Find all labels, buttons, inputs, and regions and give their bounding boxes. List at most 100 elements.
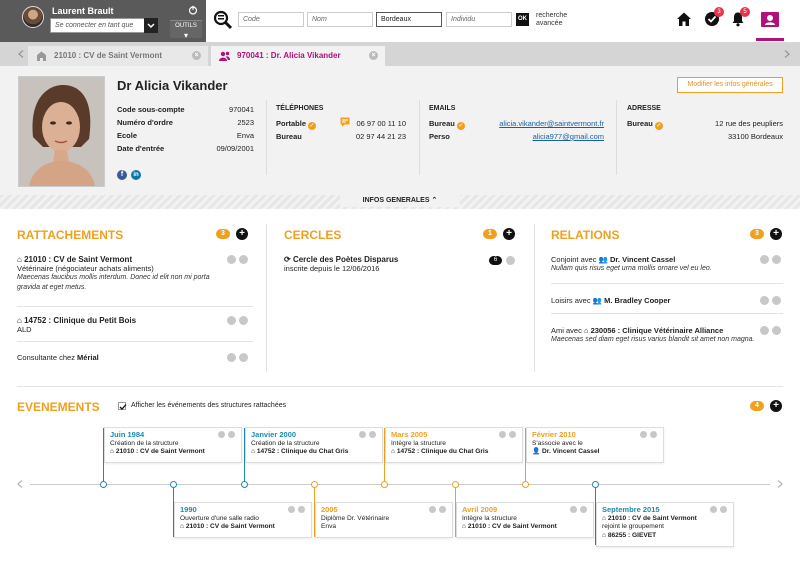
timeline-event[interactable]: Février 2010 S'associe avec le 👤 Dr. Vin…	[526, 427, 664, 463]
timeline-dot[interactable]	[452, 481, 459, 488]
edit-icon[interactable]	[218, 431, 225, 438]
individu-input[interactable]: Individu	[446, 12, 512, 27]
list-item[interactable]: Conjoint avec 👥 Dr. Vincent Cassel Nulla…	[551, 255, 751, 274]
advanced-search-link[interactable]: recherche avancée	[536, 12, 567, 28]
delete-icon[interactable]	[720, 506, 727, 513]
code-input[interactable]: Code	[238, 12, 304, 27]
timeline-event[interactable]: 2005 Diplôme Dr. Vétérinaire Enva	[315, 502, 453, 538]
list-item[interactable]: ⌂ 14752 : Clinique du Petit Bois ALD	[17, 316, 253, 334]
list-item[interactable]: Loisirs avec 👥 M. Bradley Cooper	[551, 296, 751, 305]
item-actions	[760, 326, 784, 335]
facebook-icon[interactable]: f	[117, 170, 127, 180]
power-icon[interactable]	[188, 5, 198, 15]
phone-value[interactable]: 02 97 44 21 23	[356, 130, 406, 143]
timeline-event[interactable]: Juin 1984 Création de la structure ⌂ 210…	[104, 427, 242, 463]
phone-value[interactable]: 06 97 00 11 10	[357, 117, 407, 130]
delete-icon[interactable]	[772, 326, 781, 335]
search-ok-button[interactable]: OK	[516, 13, 529, 26]
timeline-event[interactable]: 1990 Ouverture d'une salle radio ⌂ 21010…	[174, 502, 312, 538]
chevron-right-icon[interactable]	[784, 50, 790, 58]
chevron-left-icon[interactable]	[18, 50, 24, 58]
tab-structure[interactable]: 21010 : CV de Saint Vermont ×	[28, 46, 208, 66]
edit-icon[interactable]	[499, 431, 506, 438]
list-item[interactable]: ⌂ 21010 : CV de Saint Vermont Vétérinair…	[17, 255, 253, 293]
add-relation-button[interactable]: +	[770, 228, 782, 240]
edit-icon[interactable]	[570, 506, 577, 513]
delete-icon[interactable]	[506, 256, 515, 265]
edit-icon[interactable]	[227, 255, 236, 264]
delete-icon[interactable]	[509, 431, 516, 438]
timeline-dot[interactable]	[241, 481, 248, 488]
cercles-count: 1	[483, 229, 497, 239]
rattachements-title: RATTACHEMENTS	[17, 228, 124, 242]
toggle-general-info[interactable]: INFOS GENERALES ⌃	[340, 195, 460, 207]
timeline-event[interactable]: Septembre 2015 ⌂ 21010 : CV de Saint Ver…	[596, 502, 734, 547]
timeline-event[interactable]: Janvier 2000 Création de la structure ⌂ …	[245, 427, 383, 463]
delete-icon[interactable]	[298, 506, 305, 513]
members-count: 6	[489, 256, 502, 265]
edit-icon[interactable]	[760, 255, 769, 264]
tab-person-label: 970041 : Dr. Alicia Vikander	[237, 51, 341, 60]
city-input[interactable]: Bordeaux	[376, 12, 442, 27]
timeline-event[interactable]: Avril 2009 Intègre la structure ⌂ 21010 …	[456, 502, 594, 538]
close-icon[interactable]: ×	[369, 51, 378, 60]
edit-icon[interactable]	[288, 506, 295, 513]
chevron-right-icon[interactable]	[777, 480, 783, 488]
event-ref: Enva	[321, 523, 337, 530]
edit-icon[interactable]	[227, 353, 236, 362]
close-icon[interactable]: ×	[192, 51, 201, 60]
delete-icon[interactable]	[228, 431, 235, 438]
chevron-down-icon[interactable]	[144, 18, 158, 33]
delete-icon[interactable]	[580, 506, 587, 513]
add-cercle-button[interactable]: +	[503, 228, 515, 240]
edit-icon[interactable]	[227, 316, 236, 325]
add-event-button[interactable]: +	[770, 400, 782, 412]
timeline-event[interactable]: Mars 2005 Intègre la structure ⌂ 14752 :…	[385, 427, 523, 463]
phones-title: TÉLÉPHONES	[276, 105, 324, 112]
delete-icon[interactable]	[369, 431, 376, 438]
edit-icon[interactable]	[640, 431, 647, 438]
email-link[interactable]: alicia977@gmail.com	[533, 130, 604, 143]
profile-card-icon[interactable]	[758, 8, 782, 32]
delete-icon[interactable]	[772, 296, 781, 305]
user-avatar[interactable]	[22, 6, 44, 28]
delete-icon[interactable]	[650, 431, 657, 438]
timeline-dot[interactable]	[592, 481, 599, 488]
list-item[interactable]: Ami avec ⌂ 230056 : Clinique Vétérinaire…	[551, 326, 756, 345]
edit-icon[interactable]	[710, 506, 717, 513]
nom-input[interactable]: Nom	[307, 12, 373, 27]
delete-icon[interactable]	[439, 506, 446, 513]
show-structure-events-checkbox[interactable]	[118, 402, 127, 410]
delete-icon[interactable]	[772, 255, 781, 264]
sms-icon[interactable]	[340, 117, 350, 127]
delete-icon[interactable]	[239, 316, 248, 325]
tools-button[interactable]: OUTILS ▾	[170, 20, 202, 40]
timeline-dot[interactable]	[522, 481, 529, 488]
edit-icon[interactable]	[359, 431, 366, 438]
relation-name: M. Bradley Cooper	[604, 296, 671, 305]
timeline-dot[interactable]	[100, 481, 107, 488]
timeline-dot[interactable]	[311, 481, 318, 488]
relations-count: 3	[750, 229, 764, 239]
connect-as-select[interactable]: Se connecter en tant que	[50, 18, 158, 33]
delete-icon[interactable]	[239, 353, 248, 362]
timeline-dot[interactable]	[170, 481, 177, 488]
list-item[interactable]: ⟳ Cercle des Poètes Disparus inscrite de…	[284, 255, 484, 273]
home-icon[interactable]	[676, 11, 692, 27]
search-icon[interactable]	[213, 10, 233, 30]
linkedin-icon[interactable]: in	[131, 170, 141, 180]
relation-name: 230056 : Clinique Vétérinaire Alliance	[590, 326, 724, 335]
add-rattachement-button[interactable]: +	[236, 228, 248, 240]
edit-icon[interactable]	[760, 296, 769, 305]
email-link[interactable]: alicia.vikander@saintvermont.fr	[499, 117, 604, 130]
tools-label: OUTILS	[175, 23, 197, 29]
delete-icon[interactable]	[239, 255, 248, 264]
edit-icon[interactable]	[760, 326, 769, 335]
timeline-dot[interactable]	[381, 481, 388, 488]
chevron-left-icon[interactable]	[17, 480, 23, 488]
edit-icon[interactable]	[429, 506, 436, 513]
tab-person[interactable]: 970041 : Dr. Alicia Vikander ×	[211, 46, 385, 66]
list-item[interactable]: Consultante chez Mérial	[17, 353, 99, 362]
identity-fields: Code sous-compte 970041 Numéro d'ordre 252…	[117, 103, 254, 155]
edit-general-info-button[interactable]: Modifier les infos générales	[677, 77, 783, 93]
